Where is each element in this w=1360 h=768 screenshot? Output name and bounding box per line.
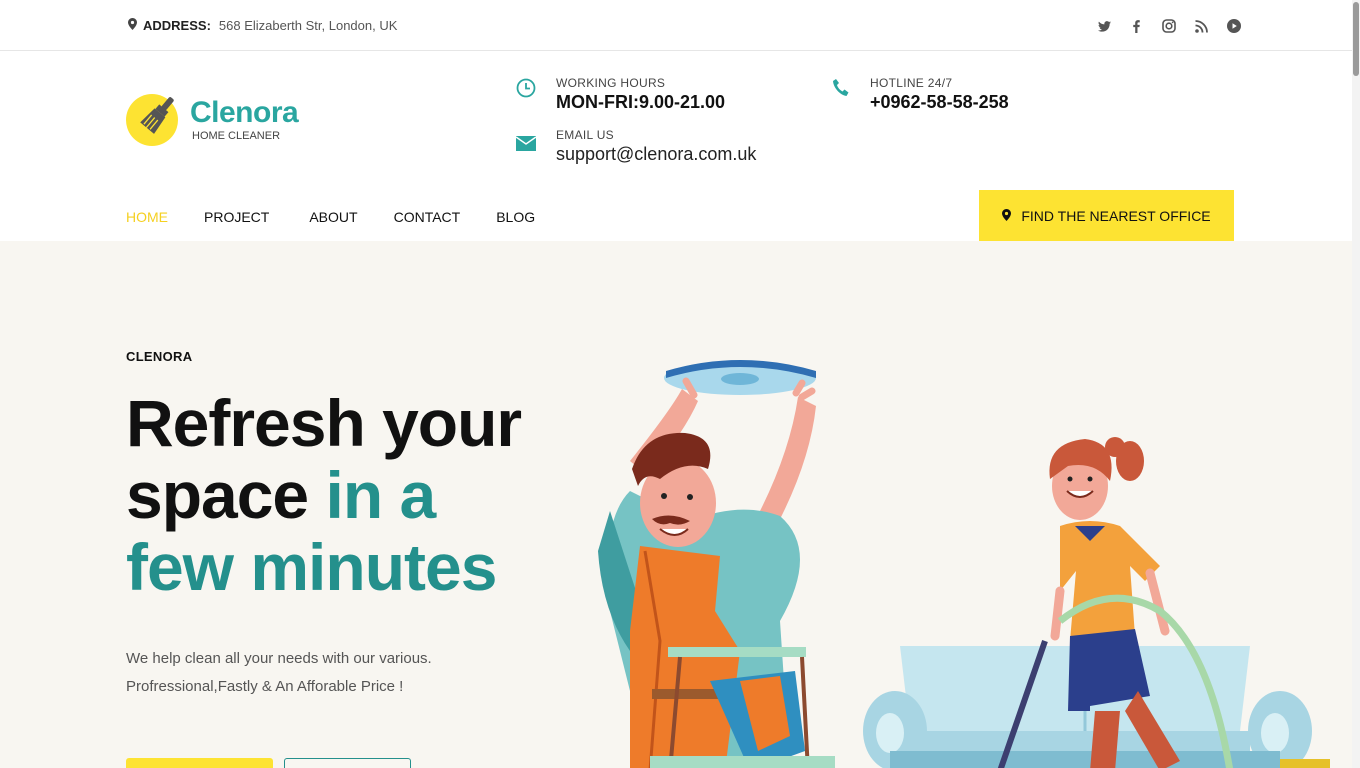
- email-label: EMAIL US: [556, 128, 614, 142]
- brand-tagline: HOME CLEANER: [192, 129, 281, 142]
- address-label: ADDRESS:: [143, 18, 211, 33]
- hotline: HOTLINE 24/7 +0962-58-58-258: [832, 76, 1009, 113]
- hotline-label: HOTLINE 24/7: [870, 76, 953, 90]
- social-links: [1088, 17, 1251, 35]
- headline-line-3: few minutes: [126, 530, 497, 604]
- hero-headline: Refresh your space in a few minutes: [126, 386, 522, 604]
- envelope-icon: [515, 136, 538, 158]
- nav-about[interactable]: ABOUT: [309, 209, 357, 225]
- nav-project[interactable]: PROJECT: [204, 209, 269, 225]
- cta-label: FIND THE NEAREST OFFICE: [1021, 207, 1211, 224]
- email-us: EMAIL US support@clenora.com.uk: [515, 128, 756, 165]
- primary-hero-button[interactable]: [126, 758, 273, 768]
- working-hours-value: MON-FRI:9.00-21.00: [556, 92, 726, 112]
- brand-name: Clenora: [190, 95, 299, 129]
- headline-line-2a: space: [126, 458, 326, 532]
- rss-icon[interactable]: [1186, 17, 1219, 35]
- hero-eyebrow: CLENORA: [126, 349, 193, 364]
- youtube-icon[interactable]: [1218, 17, 1251, 35]
- find-nearest-office-button[interactable]: FIND THE NEAREST OFFICE: [979, 190, 1234, 241]
- facebook-icon[interactable]: [1121, 17, 1154, 35]
- twitter-icon[interactable]: [1088, 17, 1121, 35]
- nav-home[interactable]: HOME: [126, 209, 168, 225]
- map-pin-icon: [128, 18, 137, 33]
- top-bar: ADDRESS: 568 Elizaberth Str, London, UK: [0, 0, 1352, 51]
- working-hours-label: WORKING HOURS: [556, 76, 666, 90]
- address-value: 568 Elizaberth Str, London, UK: [218, 18, 398, 33]
- address: ADDRESS: 568 Elizaberth Str, London, UK: [128, 18, 397, 33]
- secondary-hero-button[interactable]: [284, 758, 411, 768]
- clock-icon: [516, 78, 538, 100]
- map-pin-icon: [1002, 208, 1012, 224]
- hero-sub-line-2: Profressional,Fastly & An Afforable Pric…: [126, 678, 404, 695]
- phone-icon: [832, 78, 854, 100]
- headline-line-2b: in a: [325, 458, 436, 532]
- nav-contact[interactable]: CONTACT: [394, 209, 461, 225]
- headline-line-1: Refresh your: [126, 386, 522, 460]
- scrollbar-thumb[interactable]: [1353, 2, 1359, 76]
- hero-section: CLENORA Refresh your space in a few minu…: [0, 241, 1352, 768]
- hero-sub-line-1: We help clean all your needs with our va…: [126, 650, 432, 667]
- page-scrollbar[interactable]: [1352, 0, 1360, 768]
- hotline-value[interactable]: +0962-58-58-258: [870, 92, 1009, 113]
- email-value[interactable]: support@clenora.com.uk: [556, 144, 756, 165]
- main-nav: HOME PROJECT ABOUT CONTACT BLOG: [126, 209, 571, 225]
- hero-subtext: We help clean all your needs with our va…: [126, 645, 432, 701]
- cleaning-people-illustration: [598, 360, 1330, 768]
- brush-logo-icon: [126, 92, 180, 146]
- site-logo[interactable]: Clenora HOME CLEANER: [126, 92, 299, 146]
- nav-blog[interactable]: BLOG: [496, 209, 535, 225]
- working-hours: WORKING HOURS MON-FRI:9.00-21.00: [516, 76, 725, 113]
- instagram-icon[interactable]: [1153, 17, 1186, 35]
